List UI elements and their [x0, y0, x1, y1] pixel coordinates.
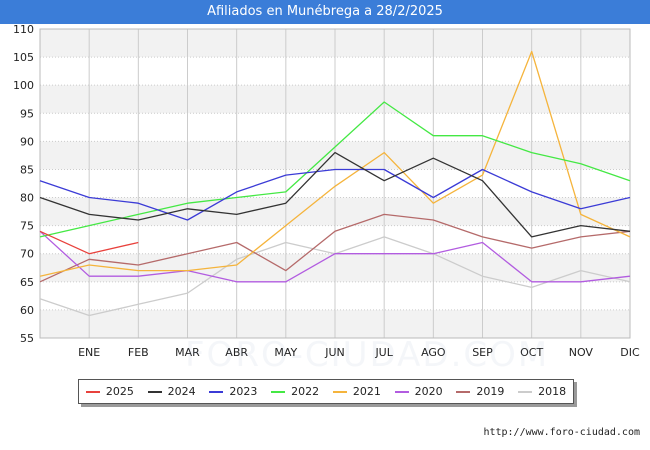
x-tick-label: NOV [569, 346, 594, 359]
y-tick-label: 60 [20, 304, 34, 317]
x-tick-label: OCT [520, 346, 543, 359]
legend: 2025 2024 2023 2022 2021 2020 2019 2018 [78, 379, 574, 404]
y-tick-label: 85 [20, 163, 34, 176]
y-tick-label: 100 [13, 79, 34, 92]
x-tick-label: ENE [78, 346, 100, 359]
legend-label: 2021 [352, 385, 381, 398]
y-tick-label: 80 [20, 192, 34, 205]
legend-item-2023: 2023 [209, 385, 257, 398]
x-tick-label: MAY [274, 346, 297, 359]
legend-swatch [394, 390, 409, 393]
y-tick-label: 105 [13, 51, 34, 64]
legend-label: 2022 [291, 385, 320, 398]
legend-swatch [332, 390, 347, 393]
legend-label: 2019 [476, 385, 505, 398]
legend-label: 2020 [414, 385, 443, 398]
legend-label: 2023 [229, 385, 258, 398]
y-tick-label: 90 [20, 135, 34, 148]
legend-item-2019: 2019 [456, 385, 504, 398]
source-url: http://www.foro-ciudad.com [483, 427, 640, 438]
y-tick-label: 95 [20, 107, 34, 120]
legend-item-2022: 2022 [271, 385, 319, 398]
legend-label: 2018 [538, 385, 567, 398]
legend-label: 2025 [105, 385, 134, 398]
legend-item-2018: 2018 [518, 385, 566, 398]
legend-item-2020: 2020 [394, 385, 443, 398]
legend-swatch [85, 390, 100, 393]
y-tick-label: 65 [20, 276, 34, 289]
legend-swatch [518, 390, 533, 393]
x-tick-label: SEP [472, 346, 493, 359]
x-tick-label: AGO [421, 346, 446, 359]
x-tick-label: ABR [225, 346, 248, 359]
legend-item-2025: 2025 [85, 385, 134, 398]
y-tick-label: 55 [20, 332, 34, 345]
x-tick-label: FEB [128, 346, 149, 359]
x-tick-label: JUN [324, 346, 345, 359]
legend-swatch [209, 390, 224, 393]
x-tick-label: DIC [620, 346, 640, 359]
legend-swatch [271, 390, 286, 393]
y-tick-label: 70 [20, 248, 34, 261]
y-tick-label: 110 [13, 23, 34, 36]
legend-label: 2024 [167, 385, 196, 398]
legend-swatch [147, 390, 162, 393]
x-tick-label: JUL [374, 346, 393, 359]
legend-swatch [456, 390, 471, 393]
y-tick-label: 75 [20, 220, 34, 233]
legend-item-2024: 2024 [147, 385, 196, 398]
x-tick-label: MAR [175, 346, 200, 359]
legend-item-2021: 2021 [332, 385, 381, 398]
